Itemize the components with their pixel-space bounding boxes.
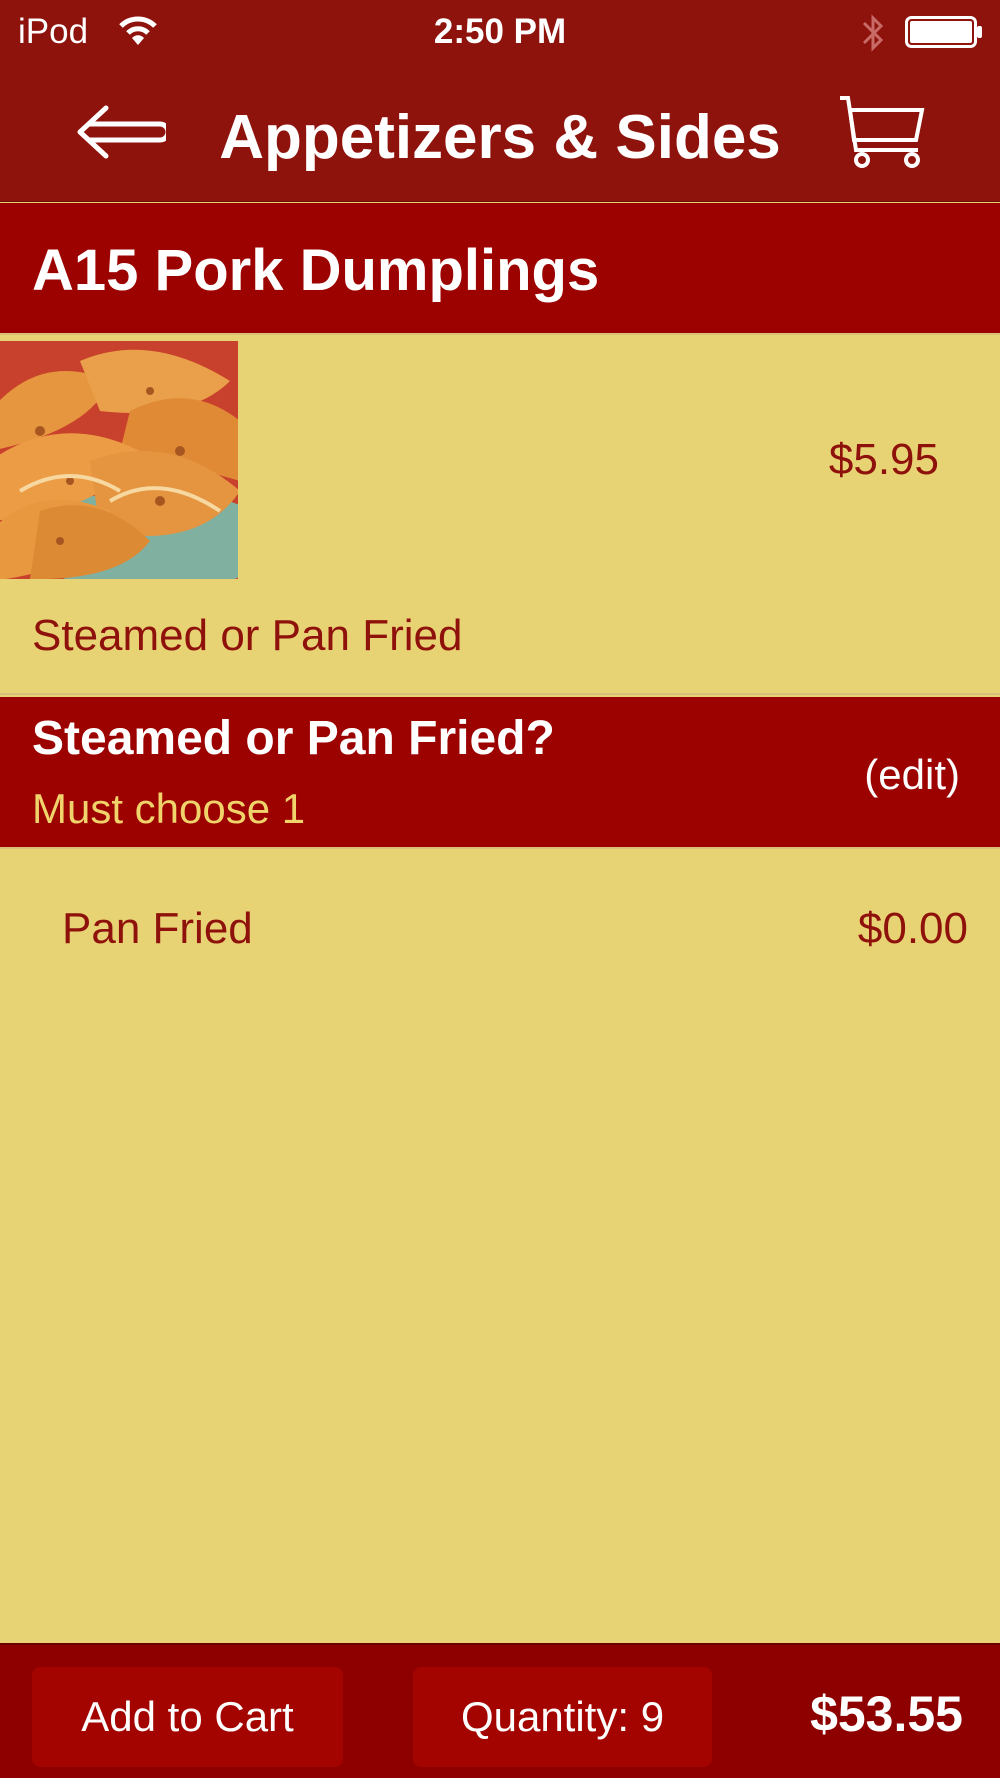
shopping-cart-icon[interactable] <box>838 94 926 168</box>
top-bar: iPod 2:50 PM Appetizers & Sides <box>0 0 1000 202</box>
add-to-cart-button[interactable]: Add to Cart <box>32 1667 343 1767</box>
choice-label: Pan Fried <box>62 904 253 953</box>
option-group-header: Steamed or Pan Fried? Must choose 1 (edi… <box>0 697 1000 849</box>
option-requirement: Must choose 1 <box>32 785 306 832</box>
item-details: $5.95 Steamed or Pan Fried <box>0 337 1000 695</box>
status-bar: iPod 2:50 PM <box>0 0 1000 64</box>
navigation-bar: Appetizers & Sides <box>0 64 1000 202</box>
dumplings-photo <box>0 341 238 579</box>
item-description: Steamed or Pan Fried <box>32 611 463 660</box>
bluetooth-icon <box>862 14 884 52</box>
item-name: A15 Pork Dumplings <box>32 238 600 303</box>
bottom-bar: Add to Cart Quantity: 9 $53.55 <box>0 1643 1000 1778</box>
quantity-button[interactable]: Quantity: 9 <box>413 1667 712 1767</box>
order-total: $53.55 <box>810 1686 963 1742</box>
item-price: $5.95 <box>828 435 939 484</box>
page-title: Appetizers & Sides <box>219 103 781 172</box>
option-choice-row[interactable]: Pan Fried $0.00 <box>0 880 1000 980</box>
battery-icon <box>905 16 982 48</box>
edit-option-link[interactable]: (edit) <box>864 751 960 799</box>
item-header: A15 Pork Dumplings <box>0 203 1000 335</box>
status-time: 2:50 PM <box>433 12 567 51</box>
choice-price: $0.00 <box>857 904 968 953</box>
option-question: Steamed or Pan Fried? <box>32 712 555 765</box>
